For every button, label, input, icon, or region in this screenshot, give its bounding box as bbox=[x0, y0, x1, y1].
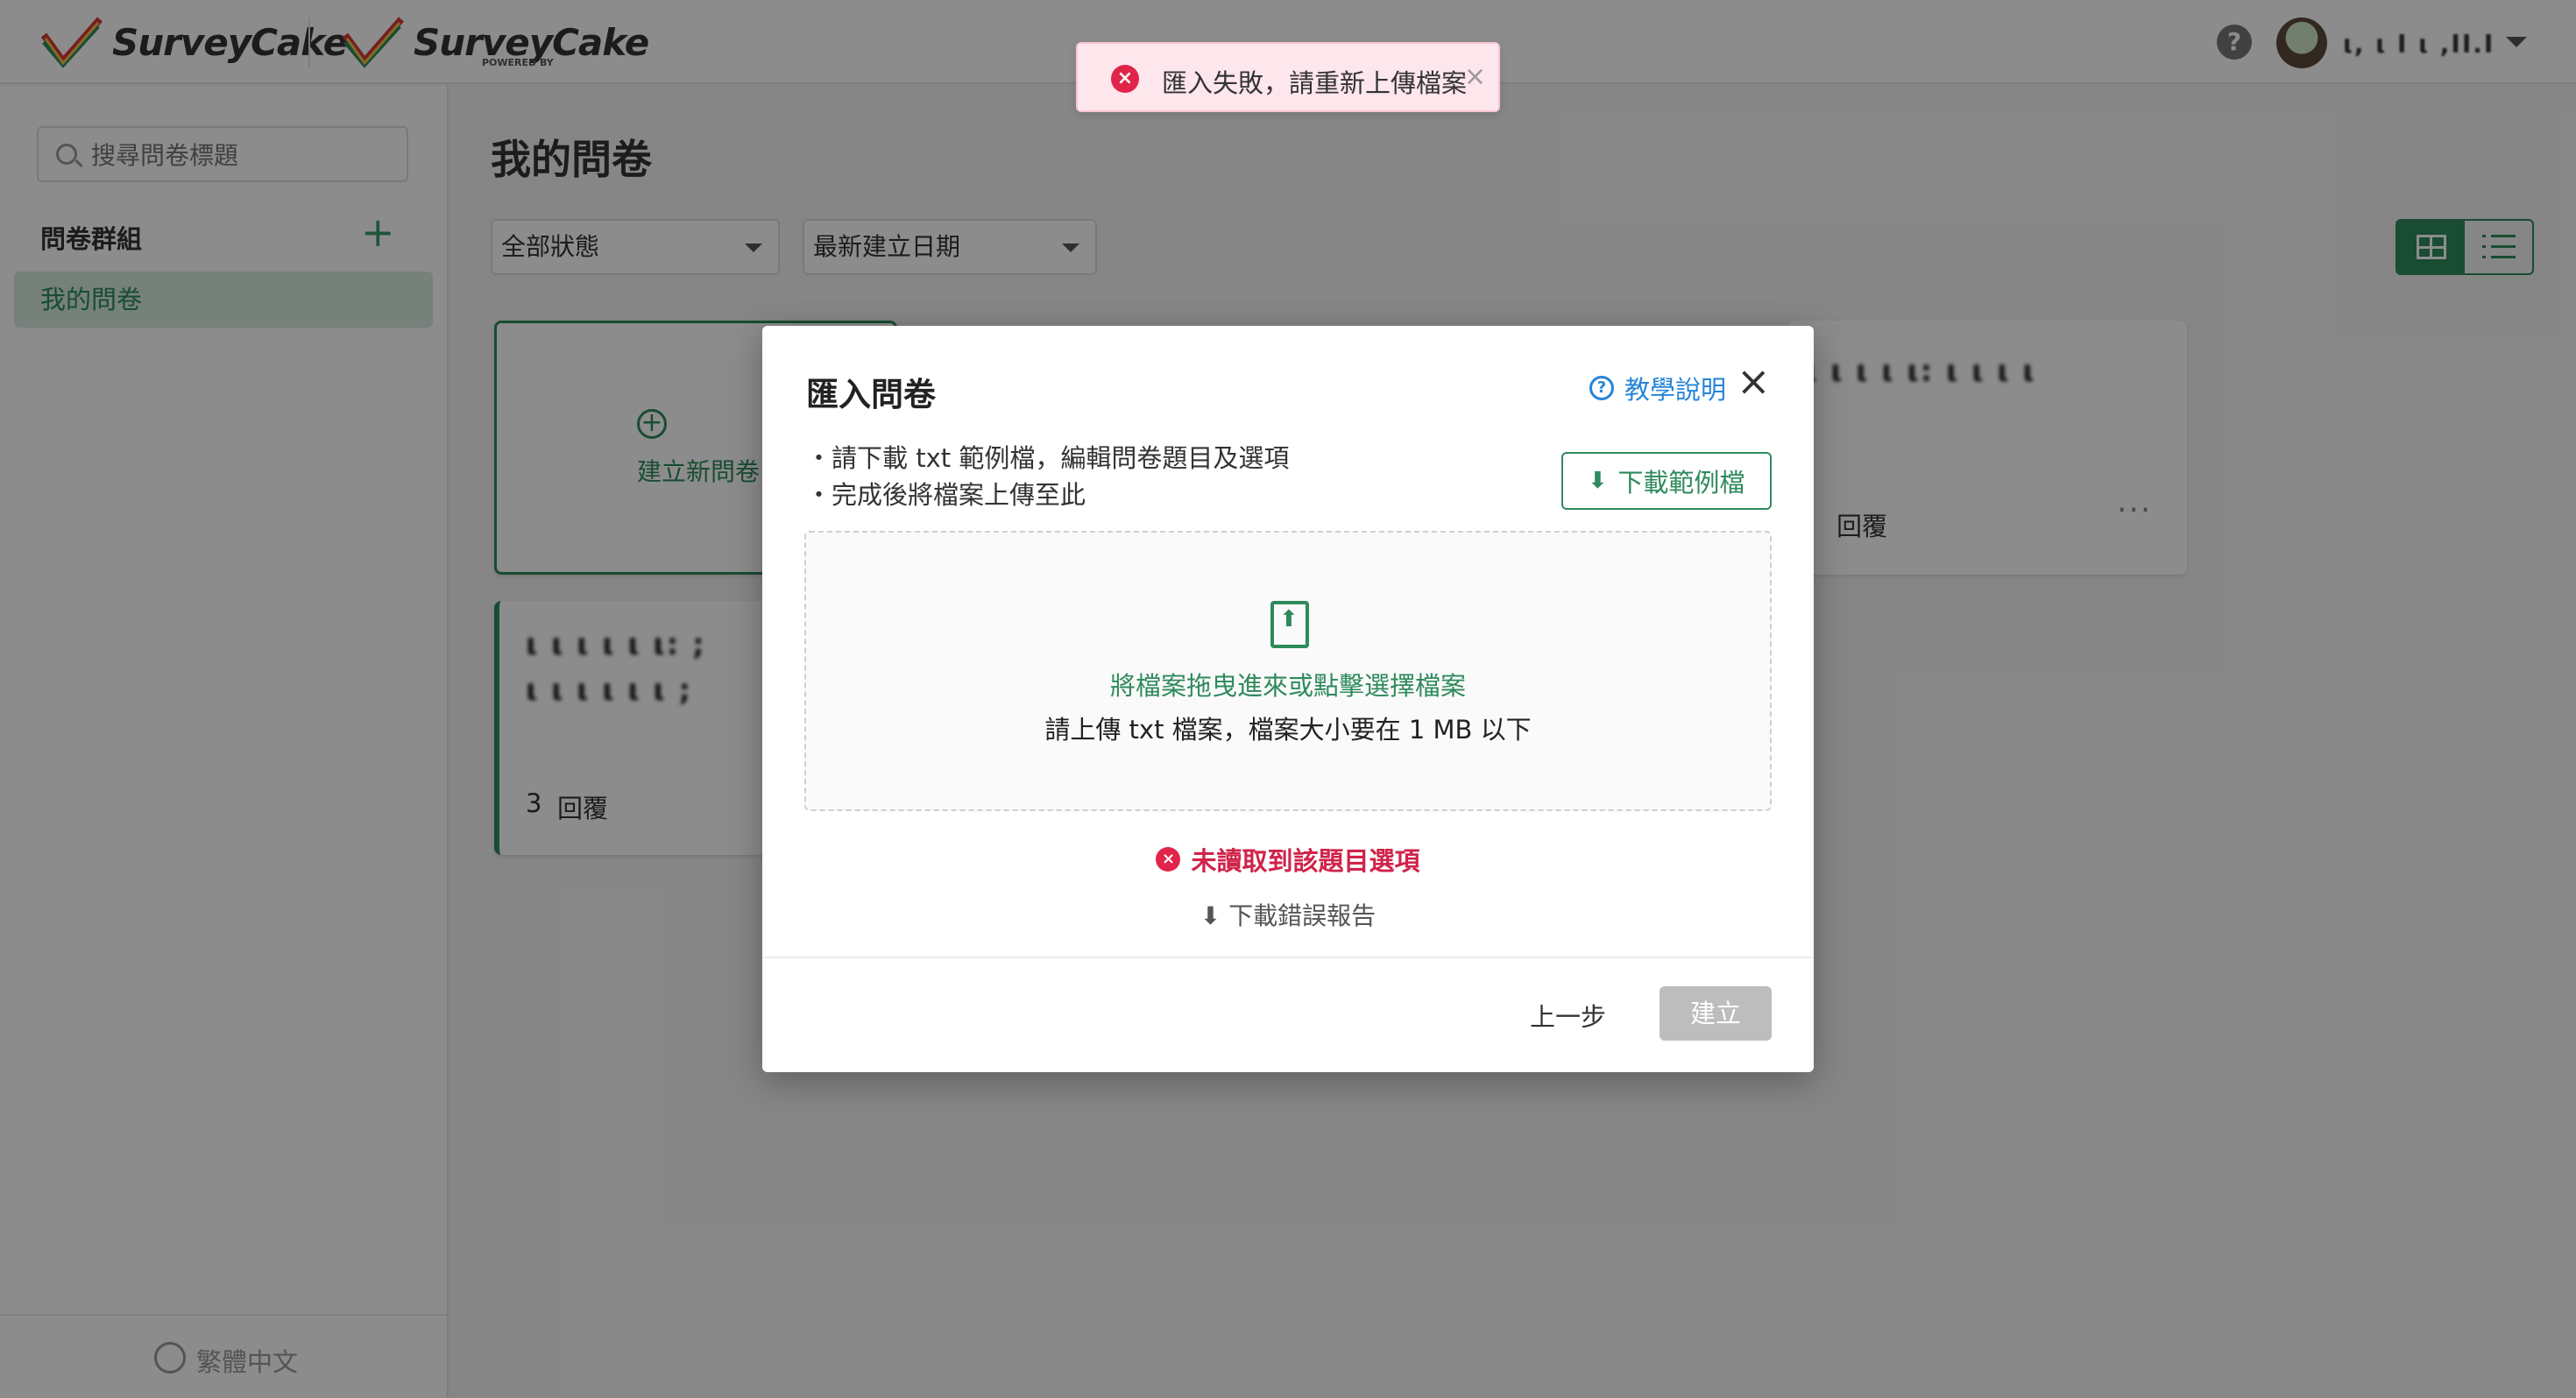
error-message-text: 未讀取到該題目選項 bbox=[1191, 846, 1420, 876]
close-icon[interactable]: × bbox=[1737, 361, 1771, 401]
instruction-line: ・請下載 txt 範例檔，編輯問卷題目及選項 bbox=[806, 443, 1290, 473]
error-message: × 未讀取到該題目選項 bbox=[762, 841, 1814, 878]
download-sample-label: 下載範例檔 bbox=[1617, 468, 1745, 498]
download-icon: ⬇ bbox=[1588, 468, 1608, 494]
question-circle-icon: ? bbox=[1589, 376, 1614, 400]
file-dropzone[interactable]: 將檔案拖曳進來或點擊選擇檔案 請上傳 txt 檔案，檔案大小要在 1 MB 以下 bbox=[804, 531, 1772, 811]
toast-message: 匯入失敗，請重新上傳檔案 bbox=[1162, 68, 1468, 98]
back-button[interactable]: 上一步 bbox=[1530, 997, 1606, 1034]
import-survey-dialog: 匯入問卷 ? 教學說明 × ・請下載 txt 範例檔，編輯問卷題目及選項 ・完成… bbox=[762, 326, 1814, 1072]
file-upload-icon bbox=[1270, 601, 1309, 648]
error-toast: × 匯入失敗，請重新上傳檔案 × bbox=[1076, 42, 1500, 112]
close-icon[interactable]: × bbox=[1464, 61, 1486, 92]
tutorial-label: 教學說明 bbox=[1624, 375, 1727, 405]
create-button[interactable]: 建立 bbox=[1660, 986, 1772, 1041]
download-sample-button[interactable]: ⬇ 下載範例檔 bbox=[1561, 452, 1772, 510]
instruction-line: ・完成後將檔案上傳至此 bbox=[806, 480, 1086, 510]
error-circle-icon: × bbox=[1111, 65, 1139, 93]
error-circle-icon: × bbox=[1156, 847, 1181, 872]
dialog-footer-divider bbox=[762, 957, 1814, 958]
download-report-label: 下載錯誤報告 bbox=[1228, 901, 1376, 930]
download-icon: ⬇ bbox=[1200, 901, 1221, 930]
dropzone-secondary-text: 請上傳 txt 檔案，檔案大小要在 1 MB 以下 bbox=[1044, 715, 1532, 745]
tutorial-link[interactable]: ? 教學說明 bbox=[1589, 370, 1726, 406]
download-report-link[interactable]: ⬇ 下載錯誤報告 bbox=[762, 897, 1814, 932]
dropzone-primary-text: 將檔案拖曳進來或點擊選擇檔案 bbox=[1109, 671, 1466, 701]
dialog-title: 匯入問卷 bbox=[806, 376, 936, 413]
